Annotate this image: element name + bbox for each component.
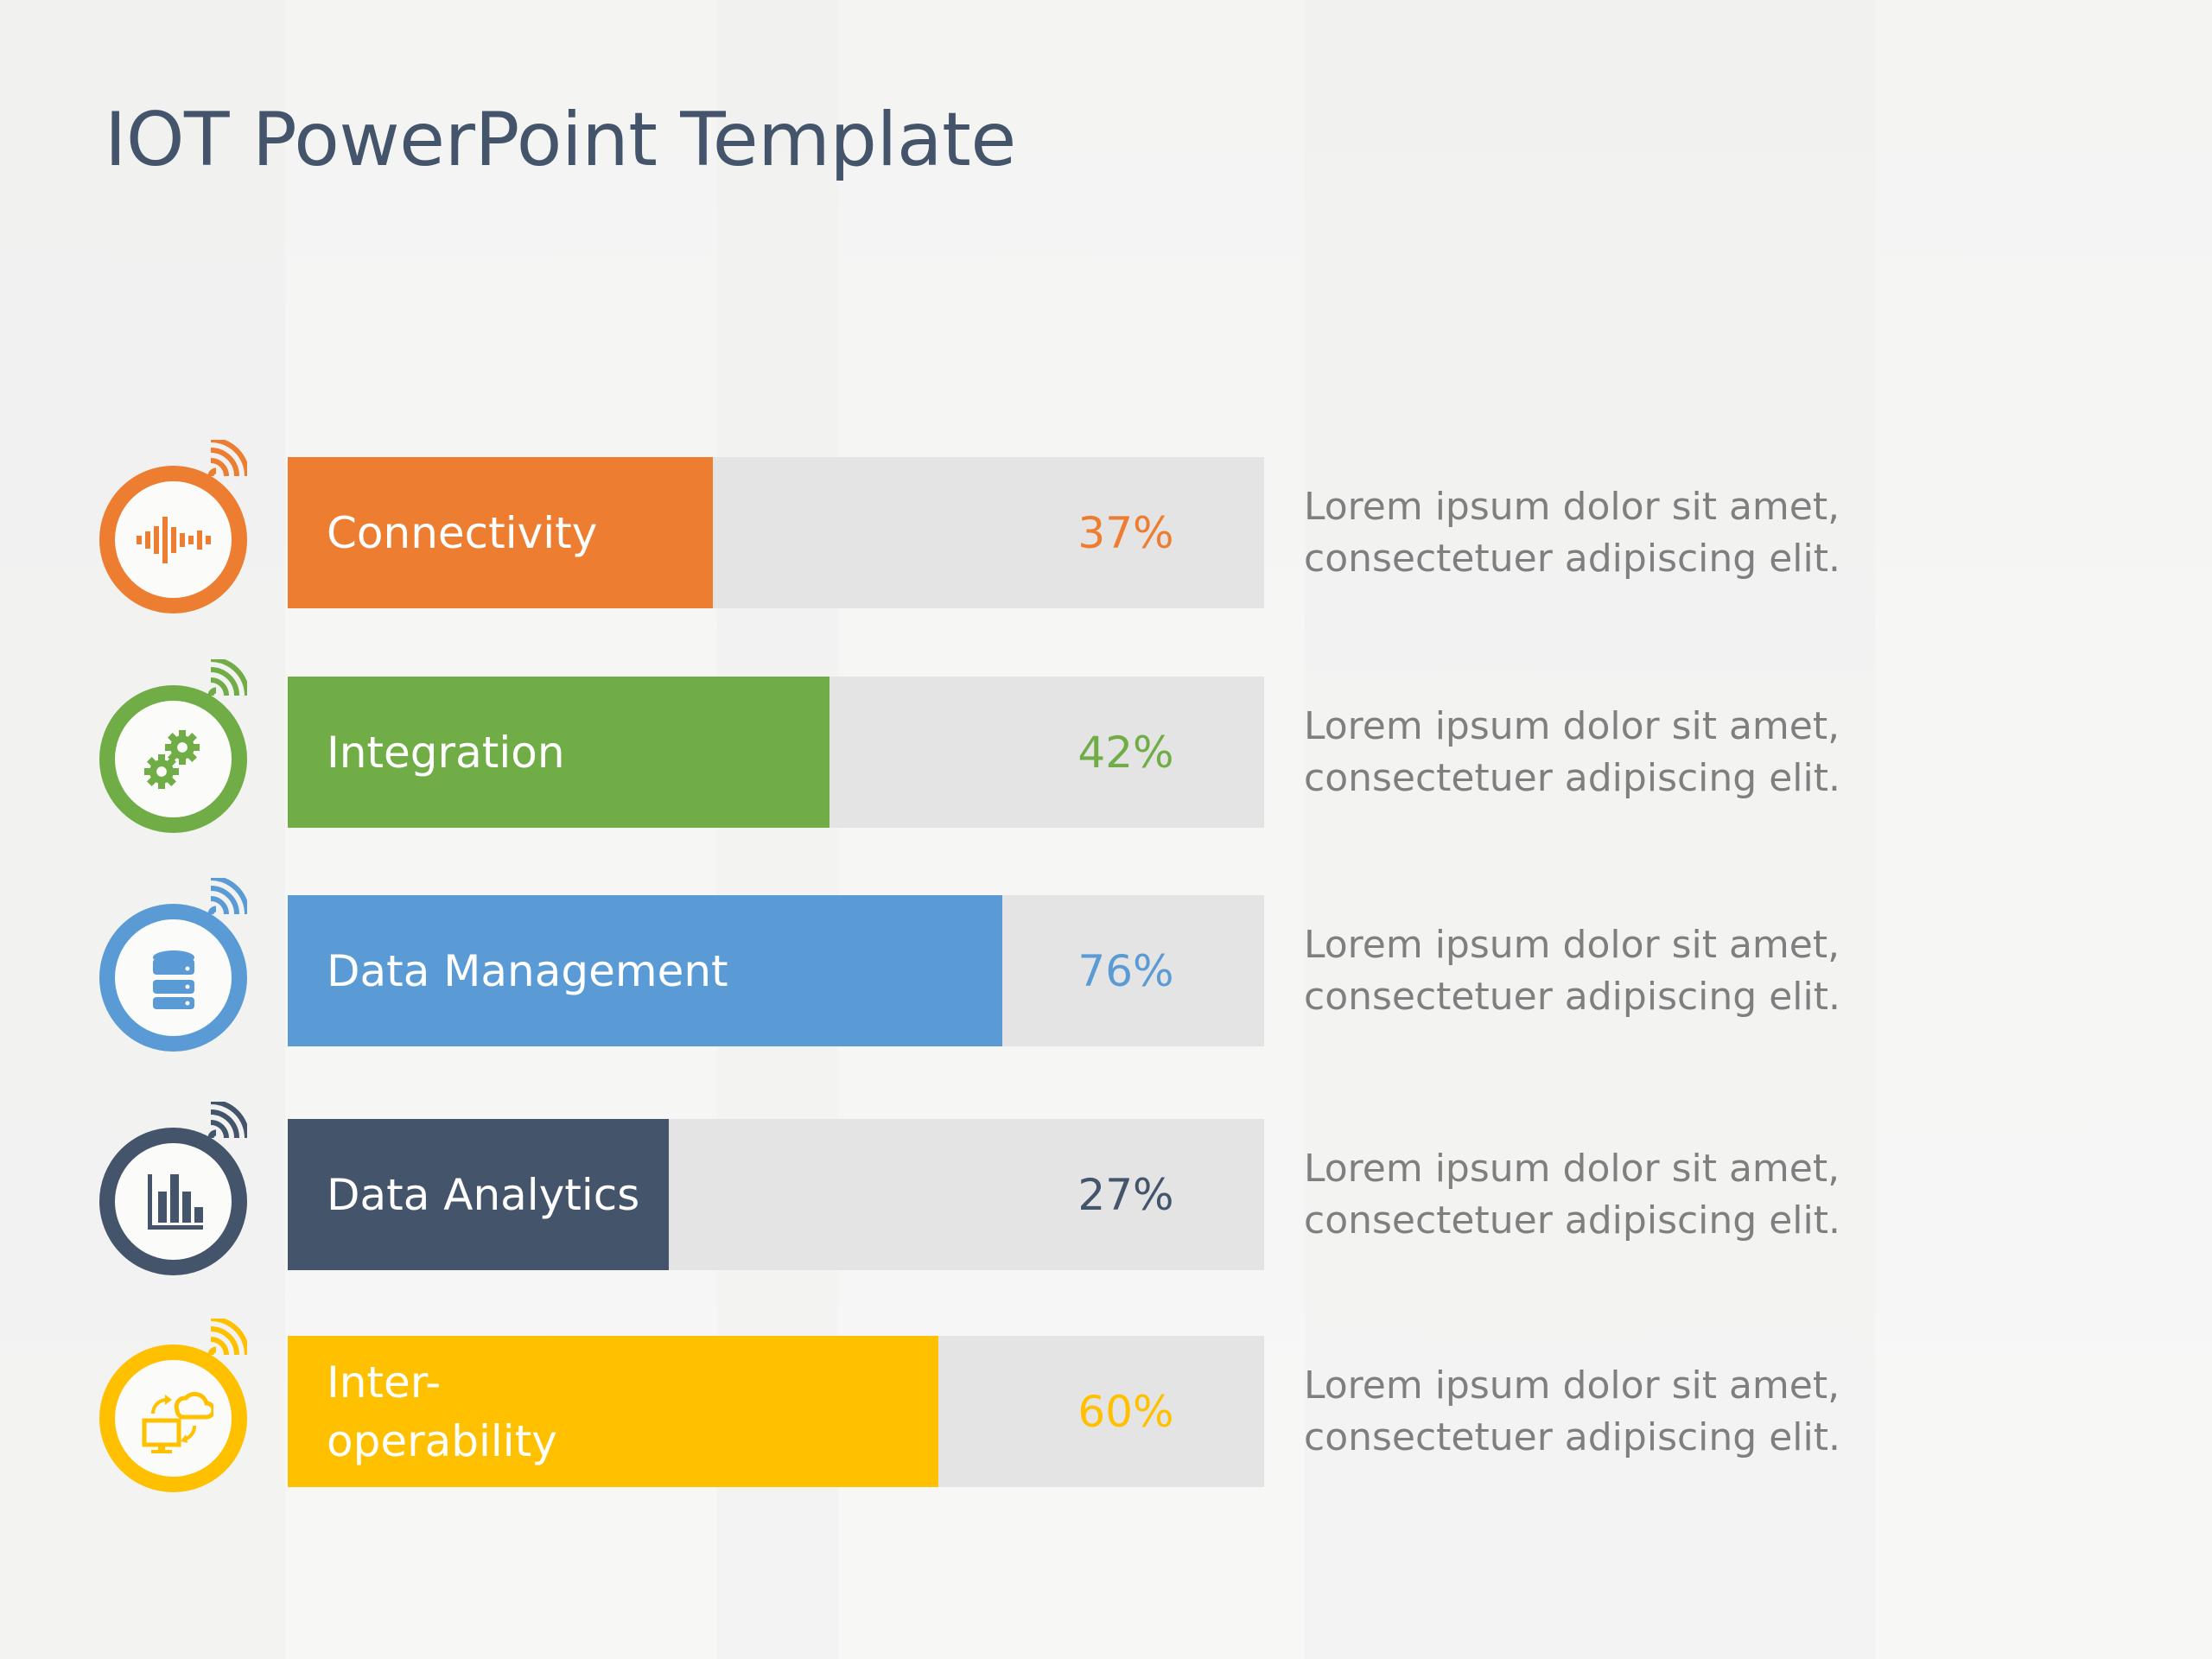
progress-track: Data Management 76% xyxy=(288,895,1264,1046)
wifi-signal-icon xyxy=(207,1319,247,1356)
progress-row-0: Connectivity 37% Lorem ipsum dolor sit a… xyxy=(0,440,2212,613)
icon-ring xyxy=(99,1128,247,1275)
description-text: Lorem ipsum dolor sit amet, consectetuer… xyxy=(1304,1363,1840,1459)
wifi-signal-icon xyxy=(207,440,247,477)
description-text: Lorem ipsum dolor sit amet, consectetuer… xyxy=(1304,1147,1840,1243)
slide-title: IOT PowerPoint Template xyxy=(105,97,1016,183)
icon-badge xyxy=(99,878,251,1055)
cloud-sync-icon xyxy=(142,1391,213,1453)
sound-wave-icon xyxy=(136,516,211,563)
category-label: Data Analytics xyxy=(327,1169,640,1220)
progress-row-4: Inter- operability 60% Lorem ipsum dolor… xyxy=(0,1319,2212,1492)
category-label: Integration xyxy=(327,727,565,778)
percent-label: 37% xyxy=(1077,507,1174,558)
bar-chart-icon xyxy=(147,1173,203,1230)
icon-badge xyxy=(99,659,251,836)
icon-badge xyxy=(99,440,251,617)
icon-badge xyxy=(99,1319,251,1496)
progress-row-2: Data Management 76% Lorem ipsum dolor si… xyxy=(0,878,2212,1052)
progress-row-3: Data Analytics 27% Lorem ipsum dolor sit… xyxy=(0,1102,2212,1275)
icon-ring xyxy=(99,1344,247,1492)
icon-ring xyxy=(99,685,247,833)
icon-ring xyxy=(99,904,247,1052)
progress-row-1: Integration 42% Lorem ipsum dolor sit am… xyxy=(0,659,2212,833)
progress-track: Integration 42% xyxy=(288,677,1264,828)
icon-badge xyxy=(99,1102,251,1279)
wifi-signal-icon xyxy=(207,878,247,915)
database-icon xyxy=(152,950,194,1009)
category-label: Connectivity xyxy=(327,507,598,558)
wifi-signal-icon xyxy=(207,1102,247,1139)
icon-ring xyxy=(99,466,247,613)
progress-track: Inter- operability 60% xyxy=(288,1336,1264,1487)
progress-track: Connectivity 37% xyxy=(288,457,1264,608)
progress-track: Data Analytics 27% xyxy=(288,1119,1264,1270)
category-label: Inter- operability xyxy=(327,1357,557,1466)
description-text: Lorem ipsum dolor sit amet, consectetuer… xyxy=(1304,485,1840,581)
percent-label: 27% xyxy=(1077,1169,1174,1220)
wifi-signal-icon xyxy=(207,659,247,696)
description-text: Lorem ipsum dolor sit amet, consectetuer… xyxy=(1304,704,1840,800)
description-text: Lorem ipsum dolor sit amet, consectetuer… xyxy=(1304,923,1840,1019)
percent-label: 76% xyxy=(1077,945,1174,996)
category-label: Data Management xyxy=(327,945,728,996)
percent-label: 60% xyxy=(1077,1386,1174,1437)
gears-icon xyxy=(143,729,200,789)
percent-label: 42% xyxy=(1077,727,1174,778)
